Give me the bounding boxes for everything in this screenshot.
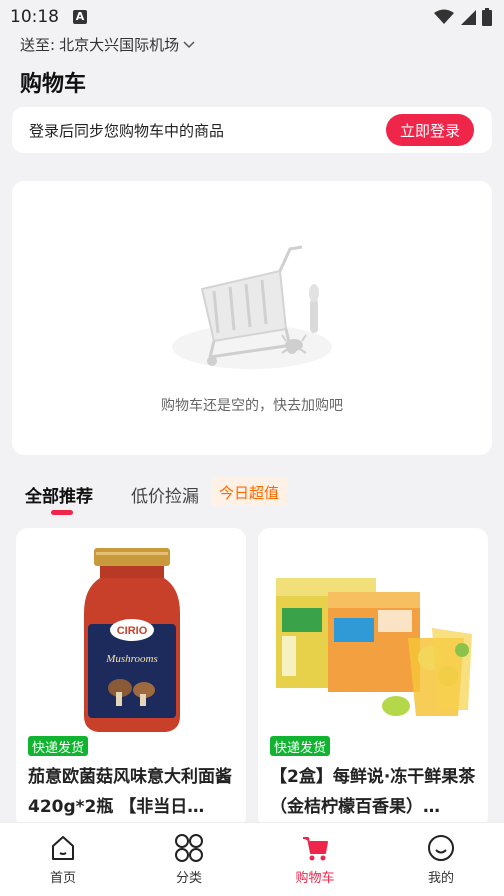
nav-profile-label: 我的 — [427, 871, 454, 886]
product-title: 【2盒】每鲜说·冻干鲜果茶（金桔柠檬百香果）… — [270, 767, 476, 817]
empty-cart-card: 购物车还是空的，快去加购吧 — [12, 181, 492, 455]
jar-brand-label: CIRIO — [117, 625, 148, 637]
login-button[interactable]: 立即登录 — [386, 114, 474, 146]
bottom-navigation: 首页 分类 购物车 我的 — [0, 822, 504, 896]
product-card[interactable]: 快递发货 【2盒】每鲜说·冻干鲜果茶（金桔柠檬百香果）… — [258, 528, 488, 828]
login-prompt-text: 登录后同步您购物车中的商品 — [29, 121, 225, 140]
delivery-label: 送至: — [20, 35, 56, 54]
tab-active-indicator — [51, 510, 73, 515]
notification-a-icon: A — [73, 10, 87, 24]
nav-home-label: 首页 — [49, 871, 76, 886]
tab-low-price[interactable]: 低价捡漏 — [131, 482, 199, 507]
profile-icon — [428, 835, 454, 861]
product-title: 茄意欧菌菇风味意大利面酱 420g*2瓶 【非当日… — [28, 767, 232, 817]
product-image: CIRIO Mushrooms — [84, 548, 180, 732]
cart-icon — [303, 837, 328, 861]
page-title: 购物车 — [20, 72, 87, 97]
empty-cart-message: 购物车还是空的，快去加购吧 — [161, 398, 343, 414]
wifi-icon — [434, 9, 454, 24]
today-deal-badge: 今日超值 — [211, 478, 288, 506]
login-prompt-card: 登录后同步您购物车中的商品 立即登录 — [12, 107, 492, 153]
nav-category[interactable]: 分类 — [126, 823, 252, 896]
shipping-tag: 快递发货 — [270, 736, 331, 756]
delivery-location[interactable]: 送至: 北京大兴国际机场 — [0, 34, 504, 54]
nav-home[interactable]: 首页 — [0, 823, 126, 896]
chevron-down-icon — [183, 41, 195, 49]
empty-cart-illustration — [172, 245, 332, 369]
delivery-address: 北京大兴国际机场 — [59, 35, 180, 54]
nav-category-label: 分类 — [175, 871, 202, 886]
tab-all-recommend[interactable]: 全部推荐 — [25, 482, 93, 507]
shipping-tag: 快递发货 — [28, 736, 89, 756]
category-icon — [175, 834, 203, 862]
signal-icon — [461, 10, 476, 25]
battery-icon — [482, 8, 492, 26]
nav-cart[interactable]: 购物车 — [252, 823, 378, 896]
nav-profile[interactable]: 我的 — [378, 823, 504, 896]
product-card[interactable]: CIRIO Mushrooms 快递发货 茄意欧菌菇风味意大利面酱 420g*2… — [16, 528, 246, 828]
status-time: 10:18 — [10, 7, 59, 27]
nav-cart-label: 购物车 — [295, 871, 335, 886]
recommend-tabs: 全部推荐 低价捡漏 今日超值 — [0, 470, 504, 520]
status-bar: 10:18 A — [0, 0, 504, 34]
home-icon — [52, 836, 74, 860]
jar-flavor-label: Mushrooms — [105, 653, 158, 665]
product-image — [276, 578, 472, 716]
